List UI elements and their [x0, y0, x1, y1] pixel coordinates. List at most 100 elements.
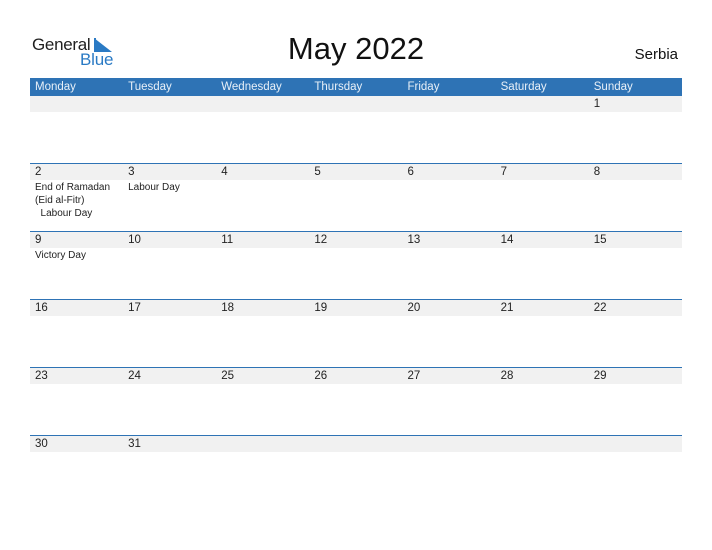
day-cell: [589, 436, 682, 453]
day-cell[interactable]: 31: [123, 436, 216, 453]
week-row: 9 Victory Day 10 11 12 13 14 15: [30, 231, 682, 299]
day-cell[interactable]: 15: [589, 232, 682, 262]
holiday-label: [314, 452, 402, 453]
day-cell: [30, 96, 123, 113]
week-cells: 9 Victory Day 10 11 12 13 14 15: [30, 232, 682, 262]
holiday-label: [501, 248, 589, 249]
day-number: 27: [407, 370, 421, 382]
holiday-label: [408, 452, 496, 453]
holiday-label: [314, 384, 402, 385]
day-number: 3: [128, 166, 135, 178]
day-cell: [496, 436, 589, 453]
day-cell[interactable]: 8: [589, 164, 682, 220]
day-cell: [123, 96, 216, 113]
day-cell[interactable]: 3 Labour Day: [123, 164, 216, 220]
day-cell[interactable]: 19: [309, 300, 402, 317]
holiday-label: [408, 316, 496, 317]
day-cell[interactable]: 13: [403, 232, 496, 262]
holiday-label: [501, 452, 589, 453]
holiday-label: [314, 180, 402, 181]
day-cell[interactable]: 22: [589, 300, 682, 317]
day-cell[interactable]: 14: [496, 232, 589, 262]
day-cell[interactable]: 12: [309, 232, 402, 262]
day-cell[interactable]: 25: [216, 368, 309, 385]
day-number: 18: [221, 302, 235, 314]
week-cells: 2 End of Ramadan (Eid al-Fitr) Labour Day…: [30, 164, 682, 220]
day-number: [314, 436, 402, 452]
day-number: 6: [407, 166, 414, 178]
holiday-label: [408, 180, 496, 181]
weekday-thursday: Thursday: [314, 81, 363, 93]
holiday-label: [314, 316, 402, 317]
weekday-sunday: Sunday: [593, 81, 633, 93]
holiday-label: [35, 384, 123, 385]
holiday-label: [501, 180, 589, 181]
week-cells: 1: [30, 96, 682, 113]
holiday-label: [128, 316, 216, 317]
day-number: 11: [221, 234, 234, 246]
day-cell[interactable]: 2 End of Ramadan (Eid al-Fitr) Labour Day: [30, 164, 123, 220]
holiday-label: [221, 316, 309, 317]
day-number: 16: [35, 302, 48, 314]
holiday-label: Victory Day: [35, 250, 86, 261]
day-number: [501, 96, 589, 112]
day-number: [221, 436, 309, 452]
day-cell[interactable]: 20: [403, 300, 496, 317]
holiday-label: [35, 112, 123, 113]
day-cell[interactable]: 29: [589, 368, 682, 385]
day-cell: [216, 96, 309, 113]
day-number: 4: [221, 166, 228, 178]
day-number: [221, 96, 309, 112]
day-number: 2: [35, 166, 42, 178]
week-row: 23 24 25 26 27 28 29: [30, 367, 682, 435]
day-cell[interactable]: 4: [216, 164, 309, 220]
weekday-wednesday: Wednesday: [221, 81, 282, 93]
day-number: 9: [35, 234, 42, 246]
day-cell[interactable]: 21: [496, 300, 589, 317]
day-cell[interactable]: 27: [403, 368, 496, 385]
week-cells: 30 31: [30, 436, 682, 453]
calendar-title: May 2022: [287, 31, 425, 66]
holiday-label: [221, 384, 309, 385]
day-cell: [403, 96, 496, 113]
holiday-label: [314, 112, 402, 113]
day-cell[interactable]: 18: [216, 300, 309, 317]
holiday-label: [35, 452, 123, 453]
holiday-label: End of Ramadan (Eid al-Fitr) Labour Day: [35, 182, 111, 219]
day-number: 22: [593, 302, 607, 314]
holiday-label: [35, 316, 123, 317]
day-cell[interactable]: 26: [309, 368, 402, 385]
day-cell[interactable]: 5: [309, 164, 402, 220]
day-cell: [309, 96, 402, 113]
day-number: 28: [500, 370, 514, 382]
week-cells: 16 17 18 19 20 21 22: [30, 300, 682, 317]
holiday-label: [221, 112, 309, 113]
holiday-label: Labour Day: [128, 182, 180, 193]
day-cell[interactable]: 24: [123, 368, 216, 385]
day-cell[interactable]: 6: [403, 164, 496, 220]
day-number: [408, 96, 496, 112]
weekday-monday: Monday: [35, 81, 76, 93]
weekday-header: Monday Tuesday Wednesday Thursday Friday…: [30, 78, 682, 96]
day-number: 13: [407, 234, 421, 246]
calendar-grid: Monday Tuesday Wednesday Thursday Friday…: [30, 78, 682, 503]
day-number: 26: [314, 370, 328, 382]
day-number: [314, 96, 402, 112]
day-cell[interactable]: 16: [30, 300, 123, 317]
day-number: 8: [593, 166, 601, 178]
day-cell[interactable]: 17: [123, 300, 216, 317]
day-cell[interactable]: 9 Victory Day: [30, 232, 123, 262]
day-number: 30: [35, 438, 48, 450]
holiday-label: [408, 384, 496, 385]
weekday-friday: Friday: [407, 81, 440, 93]
holiday-label: [221, 180, 309, 181]
day-number: [594, 436, 682, 452]
day-cell[interactable]: 10: [123, 232, 216, 262]
day-cell[interactable]: 30: [30, 436, 123, 453]
day-cell[interactable]: 28: [496, 368, 589, 385]
weekday-tuesday: Tuesday: [128, 81, 172, 93]
day-cell[interactable]: 1: [589, 96, 682, 113]
day-cell[interactable]: 11: [216, 232, 309, 262]
day-cell[interactable]: 23: [30, 368, 123, 385]
day-cell[interactable]: 7: [496, 164, 589, 220]
